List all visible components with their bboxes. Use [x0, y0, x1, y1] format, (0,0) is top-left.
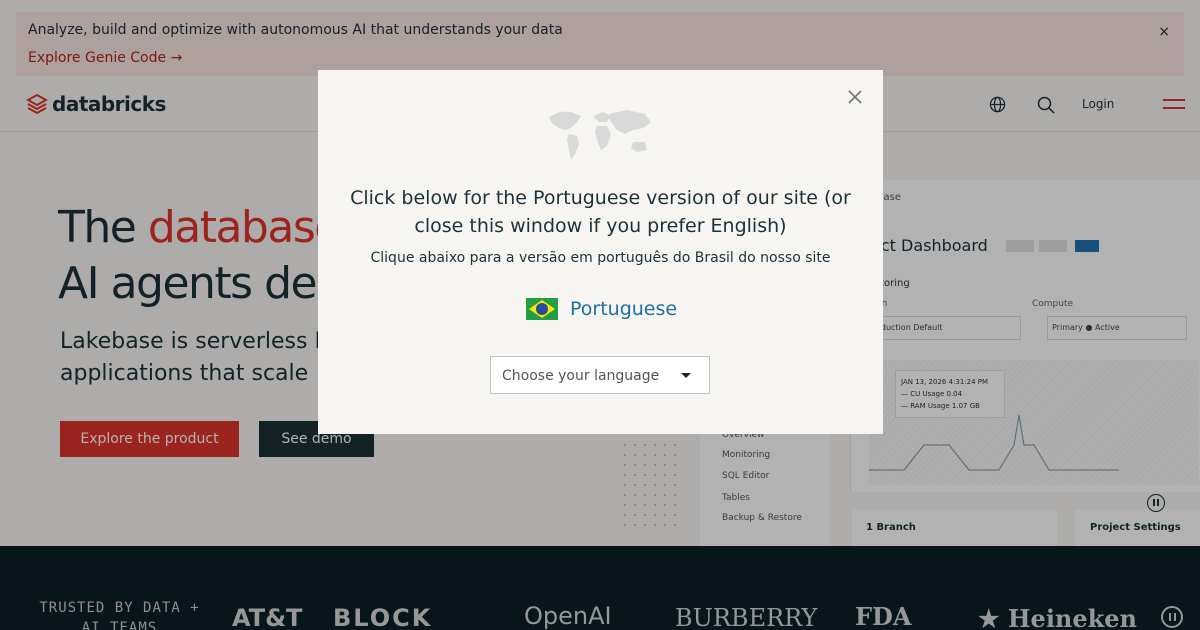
chevron-down-icon: [681, 373, 691, 378]
modal-subheading: Clique abaixo para a versão em português…: [370, 250, 831, 266]
portuguese-link-label: Portuguese: [570, 298, 678, 320]
language-select-placeholder: Choose your language: [502, 368, 660, 384]
world-map-icon: [549, 110, 651, 160]
portuguese-link[interactable]: Portuguese: [526, 298, 677, 320]
modal-heading: Click below for the Portuguese version o…: [350, 187, 851, 237]
close-icon[interactable]: [846, 88, 864, 106]
language-select[interactable]: Choose your language: [490, 356, 710, 394]
brazil-flag-icon: [526, 298, 558, 320]
language-modal: Click below for the Portuguese version o…: [318, 70, 883, 434]
